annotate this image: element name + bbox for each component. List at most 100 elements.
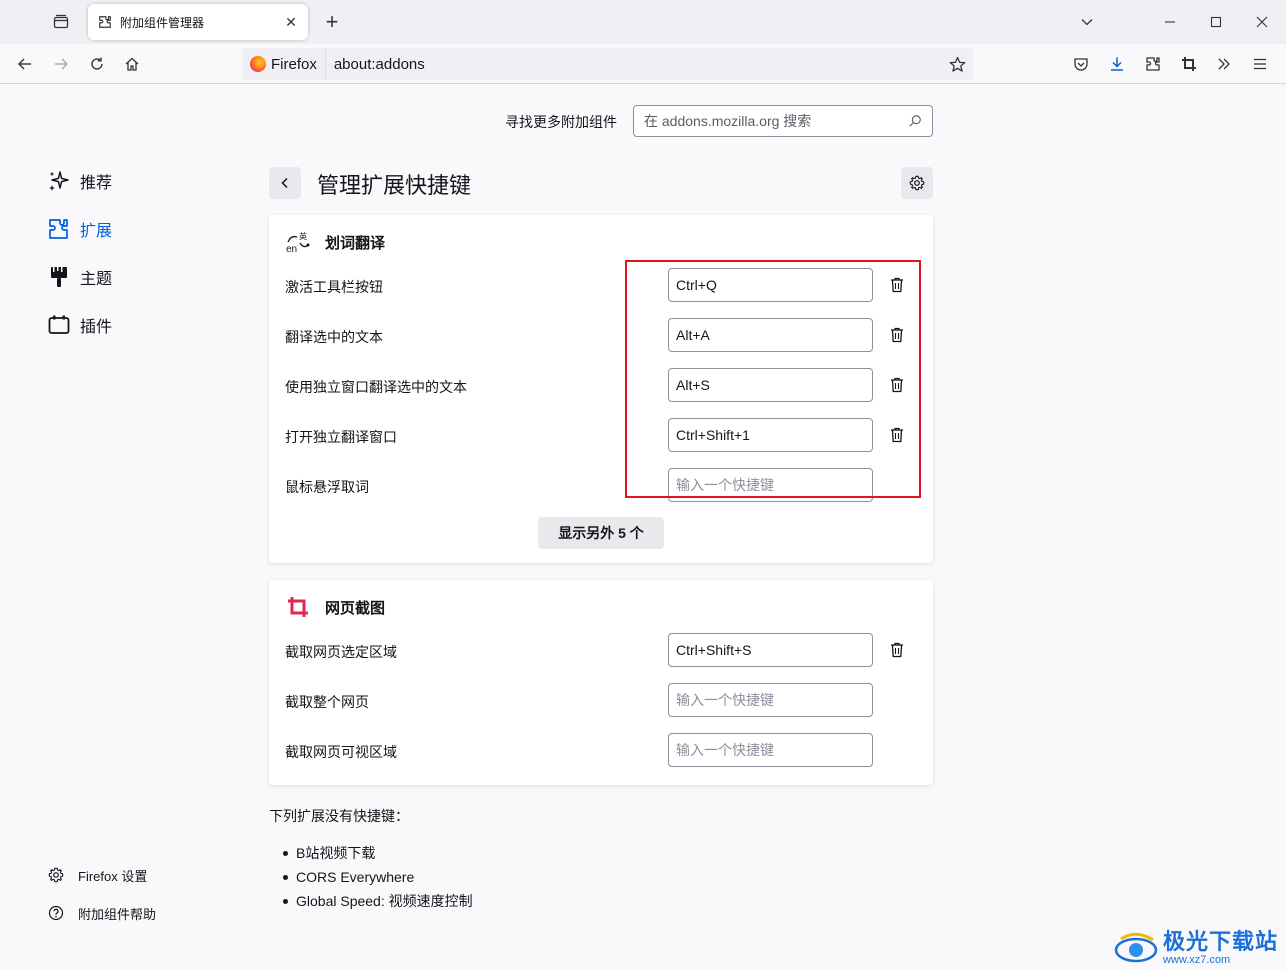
watermark: 极光下载站 www.xz7.com [1113,930,1278,966]
download-icon [1111,57,1123,71]
addons-help-label: 附加组件帮助 [78,906,157,922]
search-box[interactable] [633,105,933,137]
home-button[interactable] [118,50,146,78]
arrow-left-icon [18,58,31,70]
shortcut-input[interactable] [668,633,873,667]
extension-card-screenshot: 网页截图 截取网页选定区域 截取整个网页 截取网页可视区域 [269,580,933,785]
firefox-view-icon [53,14,69,29]
plugin-icon [46,312,72,338]
list-item: B站视频下载 [296,841,473,865]
watermark-text: 极光下载站 www.xz7.com [1162,929,1278,967]
tools-button[interactable] [901,167,933,199]
hamburger-icon [1254,58,1266,70]
screenshot-button[interactable] [1175,50,1203,78]
list-item: CORS Everywhere [296,865,473,889]
shortcut-label: 截取网页可视区域 [285,744,397,760]
page-title: 管理扩展快捷键 [317,173,472,198]
maximize-icon [1210,16,1222,28]
extensions-button[interactable] [1139,50,1167,78]
help-icon [46,903,66,923]
forward-button[interactable] [47,50,75,78]
url-text[interactable]: about:addons [334,56,943,73]
category-label: 推荐 [80,175,113,192]
arrow-right-icon [55,58,68,70]
list-item: Global Speed: 视频速度控制 [296,889,473,913]
show-more-button[interactable]: 显示另外 5 个 [538,517,664,549]
category-recommended[interactable]: 推荐 [46,166,112,196]
watermark-name: 极光下载站 [1162,929,1278,954]
gear-icon [46,865,66,885]
chevron-left-icon [281,177,288,189]
tab-title: 附加组件管理器 [120,15,205,30]
trash-icon[interactable] [885,638,909,662]
category-themes[interactable]: 主题 [46,262,112,292]
downloads-button[interactable] [1103,50,1131,78]
svg-text:en: en [286,244,297,255]
chevron-down-icon [1081,19,1093,26]
home-icon [125,57,139,71]
sparkle-icon [46,168,72,194]
menu-button[interactable] [1246,50,1274,78]
extension-name: 网页截图 [325,599,386,617]
annotation-highlight-box [625,260,921,498]
puzzle-icon [1146,57,1160,71]
firefox-view-button[interactable] [44,6,78,38]
brush-icon [46,264,72,290]
reload-button[interactable] [83,50,111,78]
shortcut-row: 截取网页可视区域 [285,733,925,767]
back-to-list-button[interactable] [269,167,301,199]
active-tab[interactable]: 附加组件管理器 ✕ [88,4,308,40]
reload-icon [91,57,103,70]
shortcut-row: 截取整个网页 [285,683,925,717]
shortcut-label: 鼠标悬浮取词 [285,479,369,495]
shortcut-label: 激活工具栏按钮 [285,279,383,295]
close-window-button[interactable] [1248,8,1276,36]
firefox-settings-link[interactable]: Firefox 设置 [46,865,147,885]
chevron-double-right-icon [1218,58,1230,70]
extension-header: en 英 划词翻译 [285,229,385,255]
addons-help-link[interactable]: 附加组件帮助 [46,903,156,923]
category-extensions[interactable]: 扩展 [46,214,112,244]
bookmark-star-icon[interactable] [943,50,971,78]
puzzle-icon [96,13,114,31]
close-tab-icon[interactable]: ✕ [282,13,300,31]
shortcut-label: 打开独立翻译窗口 [285,429,397,445]
pocket-icon [1074,58,1088,71]
search-icon [909,115,921,127]
category-label: 插件 [80,319,113,336]
translate-icon: en 英 [285,229,311,255]
puzzle-icon [46,216,72,242]
identity-box[interactable]: Firefox [242,48,326,80]
list-all-tabs-button[interactable] [1073,8,1101,36]
overflow-button[interactable] [1210,50,1238,78]
minimize-button[interactable] [1156,8,1184,36]
shortcut-label: 使用独立窗口翻译选中的文本 [285,379,467,395]
shortcut-label: 截取网页选定区域 [285,644,397,660]
new-tab-button[interactable]: + [318,8,346,36]
watermark-logo-icon [1113,931,1159,965]
shortcut-label: 翻译选中的文本 [285,329,383,345]
firefox-logo-icon [250,56,266,72]
maximize-button[interactable] [1202,8,1230,36]
gear-icon [909,175,925,191]
nav-bar: Firefox about:addons [0,44,1286,84]
extension-name: 划词翻译 [325,234,386,252]
category-label: 扩展 [80,223,113,240]
watermark-url: www.xz7.com [1162,954,1231,966]
back-button[interactable] [11,50,39,78]
search-label: 寻找更多附加组件 [505,114,617,130]
minimize-icon [1165,21,1175,23]
shortcut-label: 截取整个网页 [285,694,369,710]
shortcut-input[interactable] [668,733,873,767]
shortcut-input[interactable] [668,683,873,717]
search-input[interactable] [644,113,908,129]
pocket-button[interactable] [1067,50,1095,78]
svg-text:英: 英 [299,231,307,241]
category-plugins[interactable]: 插件 [46,310,112,340]
addons-page: 寻找更多附加组件 推荐 扩展 主题 插件 Firefox 设置 [0,85,1286,970]
crop-icon [285,594,311,620]
no-shortcuts-list: B站视频下载 CORS Everywhere Global Speed: 视频速… [296,841,473,913]
close-icon [1256,16,1268,28]
url-bar[interactable]: Firefox about:addons [242,48,973,80]
category-label: 主题 [80,271,113,288]
